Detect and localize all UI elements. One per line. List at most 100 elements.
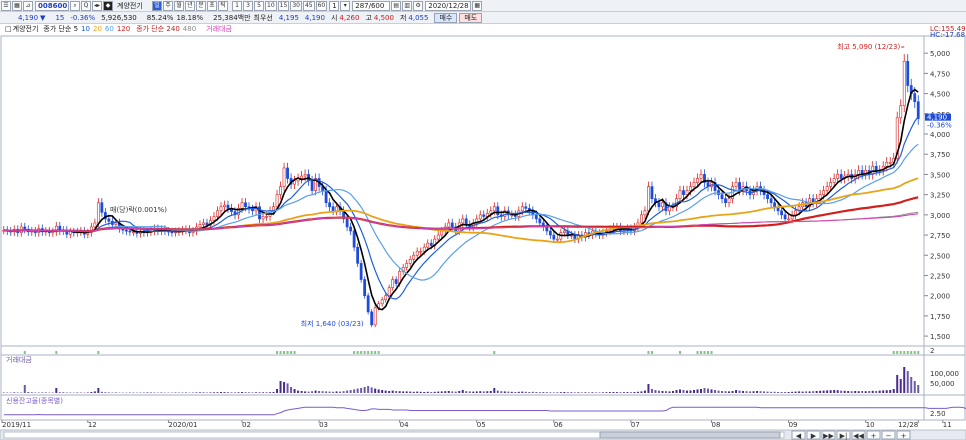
volume-bar xyxy=(640,391,643,393)
candle xyxy=(727,198,731,204)
volume-bar xyxy=(770,391,773,393)
volume-bar xyxy=(86,392,89,393)
volume-bar xyxy=(234,392,237,393)
volume-bar xyxy=(500,391,503,393)
volume-bar xyxy=(237,392,240,393)
candle xyxy=(23,226,27,230)
volume-bar xyxy=(542,392,545,393)
volume-bar xyxy=(468,391,471,393)
volume-bar xyxy=(205,392,208,393)
volume-bar xyxy=(910,377,913,393)
volume-bar xyxy=(766,391,769,393)
volume-bar xyxy=(255,392,258,393)
x-axis-label: 10 xyxy=(866,421,875,429)
mini-bar xyxy=(377,351,380,354)
volume-bar xyxy=(535,392,538,393)
volume-bar xyxy=(472,391,475,393)
volume-bar xyxy=(742,391,745,393)
volume-bar xyxy=(780,392,783,393)
high-annotation: 최고 5,090 (12/23) xyxy=(837,42,900,51)
volume-bar xyxy=(475,391,478,393)
candle xyxy=(822,190,826,195)
candle xyxy=(436,234,440,240)
scrollbar-thumb[interactable] xyxy=(599,431,781,439)
volume-bar xyxy=(626,392,629,393)
volume-bar xyxy=(160,392,163,393)
price-y-label: 1,500 xyxy=(930,333,950,341)
candle xyxy=(734,182,738,187)
mini-bar xyxy=(696,351,699,354)
volume-bar xyxy=(696,389,699,393)
candle xyxy=(114,222,118,225)
candle xyxy=(440,230,444,236)
volume-bar xyxy=(381,390,384,393)
nav-button-label: + xyxy=(901,432,907,440)
volume-bar xyxy=(745,391,748,393)
volume-bar xyxy=(531,391,534,393)
volume-bar xyxy=(598,392,601,393)
candle xyxy=(832,178,836,183)
volume-bar xyxy=(251,392,254,393)
candle xyxy=(366,295,370,313)
price-y-label: 4,750 xyxy=(930,70,950,78)
candle xyxy=(380,299,384,305)
candle xyxy=(405,263,409,268)
volume-bar xyxy=(65,392,68,393)
volume-bar xyxy=(223,392,226,393)
price-y-label: 2,750 xyxy=(930,232,950,240)
candle xyxy=(244,202,247,208)
candle xyxy=(363,279,367,296)
volume-bar xyxy=(142,392,145,393)
candle xyxy=(124,229,128,232)
volume-bar xyxy=(619,392,622,393)
volume-bar xyxy=(440,391,443,393)
candle xyxy=(534,214,538,220)
volume-bar xyxy=(913,381,916,393)
volume-bar xyxy=(707,388,710,393)
candle xyxy=(107,218,111,222)
stock-chart[interactable]: 5,0004,7504,5004,2504,0003,7503,5003,250… xyxy=(0,0,966,440)
volume-bar xyxy=(752,391,755,393)
candle xyxy=(324,190,328,204)
candle xyxy=(279,186,282,195)
nav-button-label: ▶▶ xyxy=(823,432,834,440)
volume-bar xyxy=(30,392,33,393)
volume-bar xyxy=(871,390,874,393)
volume-bar xyxy=(889,390,892,393)
volume-bar xyxy=(395,391,398,393)
volume-bar xyxy=(892,389,895,393)
volume-bar xyxy=(917,385,920,393)
volume-bar xyxy=(777,392,780,393)
candle xyxy=(794,210,798,216)
volume-bar xyxy=(584,392,587,393)
volume-panel xyxy=(0,354,966,396)
volume-bar xyxy=(416,391,419,393)
candle xyxy=(450,222,454,228)
volume-bar xyxy=(342,391,345,393)
candle xyxy=(692,182,696,187)
nav-button-label: − xyxy=(886,432,892,440)
candle xyxy=(678,190,682,199)
candle xyxy=(538,218,542,224)
candle xyxy=(906,60,910,86)
volume-bar xyxy=(650,389,653,393)
mini-bar xyxy=(374,351,377,354)
candle xyxy=(359,263,363,280)
candle xyxy=(489,210,493,214)
volume-bar xyxy=(339,391,342,393)
candle xyxy=(857,170,861,175)
volume-bar xyxy=(219,392,222,393)
volume-bar xyxy=(62,392,65,393)
volume-bar xyxy=(661,391,664,393)
volume-bar xyxy=(843,390,846,393)
volume-bar xyxy=(693,390,696,393)
volume-bar xyxy=(868,391,871,393)
volume-bar xyxy=(549,392,552,393)
volume-bar xyxy=(195,392,198,393)
candle xyxy=(345,218,349,228)
volume-bar xyxy=(107,392,110,393)
volume-bar xyxy=(850,391,853,393)
volume-bar xyxy=(479,391,482,393)
volume-bar xyxy=(605,392,608,393)
volume-bar xyxy=(507,391,510,393)
